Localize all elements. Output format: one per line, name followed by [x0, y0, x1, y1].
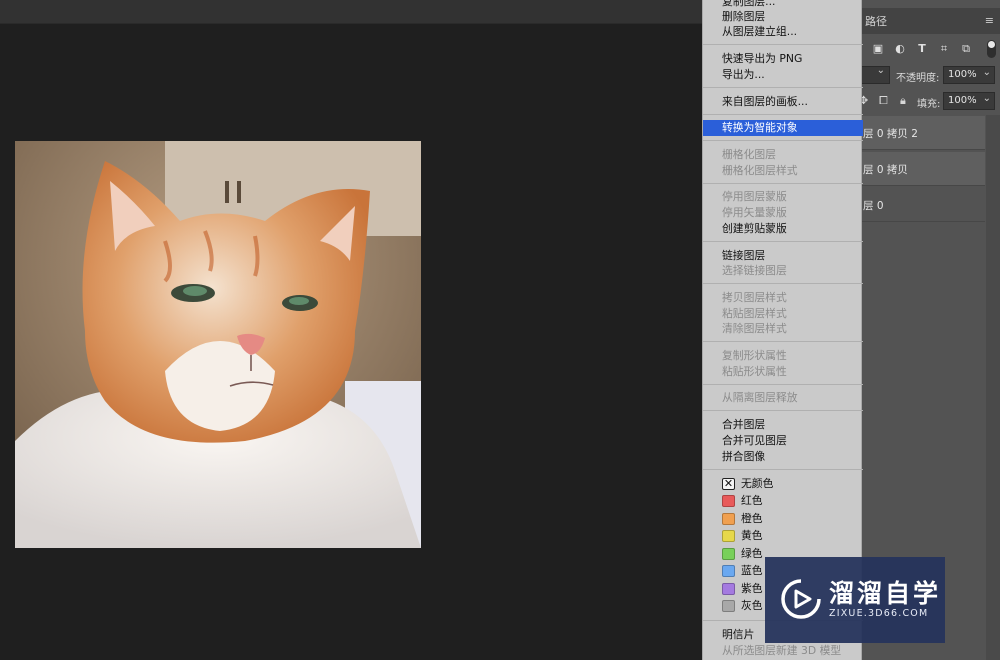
site-watermark: 溜溜自学 ZIXUE.3D66.COM: [765, 557, 945, 643]
menu-separator: [703, 384, 863, 385]
menu-item-merge-layers[interactable]: 合并图层: [703, 417, 863, 433]
color-swatch: [722, 495, 735, 507]
canvas-cat-photo[interactable]: [15, 141, 421, 548]
color-swatch: [722, 565, 735, 577]
menu-item-disable-layer-mask: 停用图层蒙版: [722, 190, 787, 203]
menu-separator: [703, 469, 863, 470]
menu-separator: [703, 283, 863, 284]
color-label: 红色: [741, 494, 763, 507]
layer-row[interactable]: 层 0 拷贝 2: [855, 116, 985, 150]
color-item-red[interactable]: 红色: [703, 493, 863, 510]
layers-scrollbar[interactable]: [986, 115, 1000, 660]
cat-photo-image: [15, 141, 421, 548]
menu-item-group-from-layers[interactable]: 从图层建立组...: [703, 24, 863, 40]
chevron-down-icon: ⌄: [982, 93, 991, 104]
play-logo-icon: [781, 579, 821, 619]
layer-name: 层 0: [863, 200, 884, 212]
menu-item-quick-export-png[interactable]: 快速导出为 PNG: [703, 51, 863, 67]
color-item-yellow[interactable]: 黄色: [703, 528, 863, 545]
menu-item-artboard-from-layers[interactable]: 来自图层的画板...: [703, 94, 863, 110]
color-label: 紫色: [741, 582, 763, 595]
menu-item-clear-layer-style: 清除图层样式: [722, 322, 787, 335]
menu-separator: [703, 410, 863, 411]
adjustment-filter-icon[interactable]: ◐: [893, 42, 907, 56]
fill-input[interactable]: 100% ⌄: [943, 92, 995, 110]
lock-artboard-icon[interactable]: ⧠: [879, 94, 888, 108]
menu-item-flatten-image[interactable]: 拼合图像: [703, 449, 863, 465]
menu-item-create-clipping-mask[interactable]: 创建剪贴蒙版: [703, 221, 863, 237]
menu-separator: [703, 140, 863, 141]
menu-separator: [703, 341, 863, 342]
opacity-input[interactable]: 100% ⌄: [943, 66, 995, 84]
menu-item-link-layers[interactable]: 链接图层: [703, 248, 863, 264]
menu-separator: [703, 241, 863, 242]
menu-item-paste-layer-style: 粘贴图层样式: [722, 307, 787, 320]
menu-item-disable-vector-mask: 停用矢量蒙版: [722, 206, 787, 219]
menu-item-select-linked-layers: 选择链接图层: [722, 264, 787, 277]
shape-filter-icon[interactable]: ⌗: [937, 42, 951, 56]
color-label: 无颜色: [741, 477, 774, 490]
layer-row[interactable]: 层 0: [855, 188, 985, 222]
smart-object-filter-icon[interactable]: ⧉: [959, 42, 973, 56]
color-label: 蓝色: [741, 564, 763, 577]
fill-label: 填充:: [917, 99, 941, 110]
color-item-orange[interactable]: 橙色: [703, 511, 863, 528]
opacity-row: 不透明度: 100% ⌄: [855, 65, 1000, 87]
layer-filter-bar: ▣ ◐ T ⌗ ⧉: [855, 38, 1000, 62]
color-label: 灰色: [741, 599, 763, 612]
opacity-label: 不透明度:: [896, 73, 940, 84]
menu-item-copy-layer-style: 拷贝图层样式: [722, 291, 787, 304]
watermark-subtitle: ZIXUE.3D66.COM: [829, 608, 929, 619]
menu-item-new-3d-model: 从所选图层新建 3D 模型: [722, 644, 842, 657]
type-filter-icon[interactable]: T: [915, 42, 929, 56]
lock-all-icon[interactable]: 🔒︎: [900, 94, 906, 108]
layer-name: 层 0 拷贝: [863, 164, 908, 176]
menu-item-copy-shape-attributes: 复制形状属性: [722, 349, 787, 362]
layer-row[interactable]: 层 0 拷贝: [855, 152, 985, 186]
menu-separator: [703, 44, 863, 45]
color-swatch: [722, 583, 735, 595]
lock-row: ✥ ⧠ 🔒︎ 填充: 100% ⌄: [855, 90, 1000, 112]
menu-item-paste-shape-attributes: 粘贴形状属性: [722, 365, 787, 378]
fill-value: 100%: [948, 95, 977, 106]
hamburger-menu-icon[interactable]: ≡: [985, 14, 994, 27]
watermark-title: 溜溜自学: [829, 579, 942, 608]
layer-name: 层 0 拷贝 2: [863, 128, 918, 140]
color-swatch: [722, 548, 735, 560]
color-swatch: [722, 600, 735, 612]
menu-item-rasterize-layer: 栅格化图层: [722, 148, 776, 161]
menu-separator: [703, 183, 863, 184]
filter-toggle-switch[interactable]: [987, 40, 996, 58]
menu-item-merge-visible[interactable]: 合并可见图层: [703, 433, 863, 449]
image-filter-icon[interactable]: ▣: [871, 42, 885, 56]
tab-paths[interactable]: 路径: [865, 13, 887, 29]
menu-item-export-as[interactable]: 导出为...: [703, 67, 863, 83]
panel-tab-bar: 路径 ≡: [855, 8, 1000, 34]
color-label: 绿色: [741, 547, 763, 560]
color-swatch: [722, 530, 735, 542]
no-color-icon: ✕: [722, 477, 735, 490]
menu-item-rasterize-layer-style: 栅格化图层样式: [722, 164, 798, 177]
color-label: 橙色: [741, 512, 763, 525]
menu-item-delete-layer[interactable]: 删除图层: [703, 9, 863, 25]
color-label: 黄色: [741, 529, 763, 542]
opacity-value: 100%: [948, 69, 977, 80]
menu-item-release-from-isolation: 从隔离图层释放: [722, 391, 798, 404]
color-swatch: [722, 513, 735, 525]
chevron-down-icon: ⌄: [982, 67, 991, 78]
menu-separator: [703, 114, 863, 115]
photoshop-workspace: ››: [0, 0, 1000, 660]
menu-item-convert-to-smart-object[interactable]: 转换为智能对象: [703, 120, 863, 136]
menu-separator: [703, 87, 863, 88]
color-item-none[interactable]: ✕ 无颜色: [703, 476, 863, 493]
